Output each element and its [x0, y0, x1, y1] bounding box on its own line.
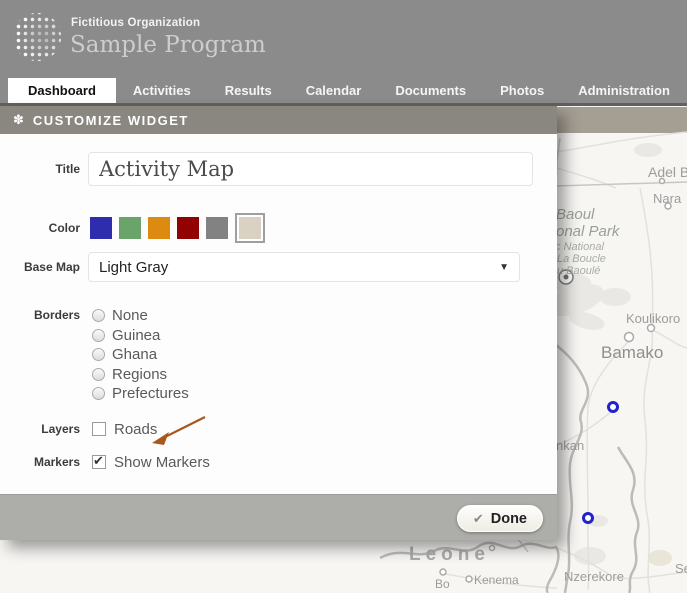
base-map-select[interactable]: Light Gray ▼ — [88, 252, 520, 282]
color-label: Color — [48, 221, 80, 235]
color-swatch[interactable] — [239, 217, 261, 239]
borders-option-label: Ghana — [112, 346, 158, 364]
nav-tab-dashboard[interactable]: Dashboard — [8, 78, 116, 103]
borders-option-regions[interactable]: Regions — [92, 365, 189, 385]
borders-option-prefectures[interactable]: Prefectures — [92, 384, 189, 404]
borders-option-label: None — [112, 307, 148, 325]
screen: Adel Ba Nara Baoul onal Park c National … — [0, 0, 687, 593]
program-name: Sample Program — [70, 32, 266, 58]
markers-label: Markers — [33, 455, 80, 469]
org-logo — [13, 13, 61, 61]
map-label-adel-ba: Adel Ba — [648, 164, 687, 180]
map-label-koulikoro: Koulikoro — [626, 311, 681, 326]
map-label-se: Se — [675, 561, 687, 576]
color-swatch[interactable] — [90, 217, 112, 239]
done-button-label: Done — [490, 510, 527, 527]
radio-icon[interactable] — [92, 348, 105, 362]
map-label-onal-park: onal Park — [556, 223, 620, 240]
borders-option-none[interactable]: None — [92, 306, 189, 326]
map-label-kankan: nkan — [556, 438, 585, 453]
check-icon: ✔ — [93, 453, 104, 468]
borders-option-guinea[interactable]: Guinea — [92, 326, 189, 346]
borders-option-ghana[interactable]: Ghana — [92, 345, 189, 365]
nav-tab-documents[interactable]: Documents — [378, 78, 483, 103]
base-map-value: Light Gray — [99, 258, 169, 276]
main-nav: Dashboard Activities Results Calendar Do… — [0, 78, 687, 103]
color-swatch[interactable] — [119, 217, 141, 239]
borders-option-label: Prefectures — [112, 385, 189, 403]
map-label-bamako: Bamako — [601, 343, 664, 362]
map-label-u-baoule: u Baoulé — [557, 265, 601, 277]
activity-marker — [607, 401, 619, 413]
title-input[interactable] — [88, 152, 533, 186]
map-label-nara: Nara — [653, 191, 682, 206]
title-label: Title — [55, 162, 80, 176]
color-swatch-selected[interactable] — [235, 213, 265, 243]
borders-option-label: Guinea — [112, 326, 161, 344]
show-markers-label: Show Markers — [114, 453, 210, 471]
map-label-la-boucle: La Boucle — [557, 253, 606, 265]
done-button[interactable]: ✔ Done — [456, 505, 543, 532]
dialog-footer: ✔ Done — [0, 494, 557, 540]
dialog-title: CUSTOMIZE WIDGET — [32, 112, 189, 128]
roads-checkbox[interactable]: ✔ — [92, 422, 106, 436]
show-markers-checkbox[interactable]: ✔ — [92, 453, 106, 469]
gear-icon: ✽ — [13, 112, 24, 127]
check-icon: ✔ — [472, 510, 484, 526]
borders-option-label: Regions — [112, 365, 168, 383]
nav-tab-results[interactable]: Results — [208, 78, 289, 103]
color-swatch[interactable] — [148, 217, 170, 239]
nav-tab-activities[interactable]: Activities — [116, 78, 208, 103]
roads-label: Roads — [114, 420, 158, 438]
map-label-sierra-leone: Leone — [409, 544, 490, 565]
radio-icon[interactable] — [92, 387, 105, 401]
nav-tab-administration[interactable]: Administration — [561, 78, 687, 103]
map-label-bo: Bo — [435, 577, 450, 591]
activity-marker — [582, 512, 594, 524]
map-label-nzerekore: Nzerekore — [564, 569, 624, 584]
color-swatch[interactable] — [177, 217, 199, 239]
borders-label: Borders — [33, 308, 80, 322]
radio-icon[interactable] — [92, 328, 105, 342]
borders-radio-group: None Guinea Ghana Regions Prefectures — [92, 306, 189, 404]
map-label-c-national: c National — [555, 241, 604, 253]
layers-label: Layers — [41, 422, 80, 436]
radio-icon[interactable] — [92, 367, 105, 381]
map-label-kenema: Kenema — [474, 573, 519, 587]
color-swatches — [90, 213, 265, 243]
nav-tab-calendar[interactable]: Calendar — [289, 78, 379, 103]
app-header: Fictitious Organization Sample Program — [0, 0, 687, 78]
basemap-label: Base Map — [23, 260, 80, 274]
map-label-baoul: Baoul — [556, 206, 595, 223]
nav-tab-photos[interactable]: Photos — [483, 78, 561, 103]
color-swatch[interactable] — [206, 217, 228, 239]
dialog-header: ✽ CUSTOMIZE WIDGET — [0, 106, 557, 134]
org-name: Fictitious Organization — [71, 17, 201, 29]
chevron-down-icon: ▼ — [499, 261, 509, 273]
radio-icon[interactable] — [92, 309, 105, 323]
customize-widget-dialog: ✽ CUSTOMIZE WIDGET Title Color Base Map … — [0, 106, 557, 540]
